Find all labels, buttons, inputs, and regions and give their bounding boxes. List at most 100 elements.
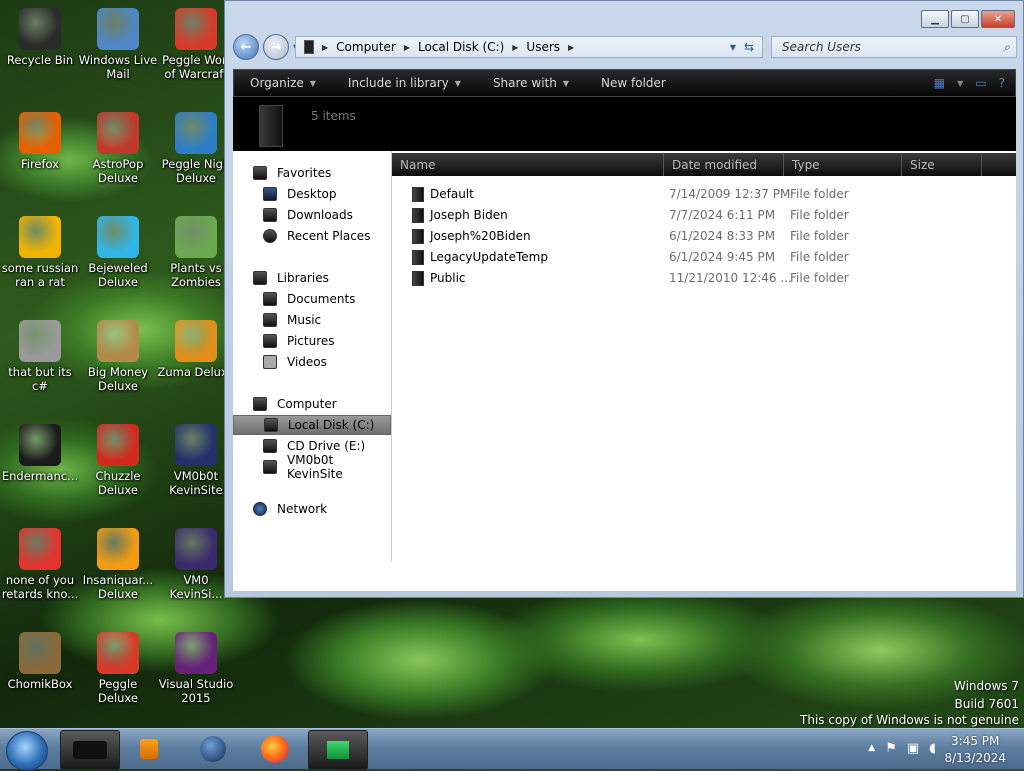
desktop-icon-item[interactable]: Big Money Deluxe bbox=[78, 320, 158, 393]
nav-computer[interactable]: Computer bbox=[233, 394, 391, 414]
desktop-icon-label: Bejeweled Deluxe bbox=[88, 261, 148, 289]
breadcrumb-separator-icon[interactable]: ▶ bbox=[568, 43, 574, 52]
address-bar[interactable]: ▶ Computer ▶ Local Disk (C:) ▶ Users ▶ ▼… bbox=[295, 36, 763, 58]
close-button[interactable]: ✕ bbox=[981, 10, 1015, 28]
search-box[interactable]: Search Users ⌕ bbox=[771, 36, 1017, 58]
column-size[interactable]: Size bbox=[902, 153, 982, 176]
column-date-modified[interactable]: Date modified bbox=[664, 153, 784, 176]
globe-icon bbox=[200, 736, 226, 762]
file-row[interactable]: Joseph%20Biden 6/1/2024 8:33 PM File folde… bbox=[392, 225, 1016, 246]
file-name: Default bbox=[430, 186, 474, 201]
nav-libraries[interactable]: Libraries bbox=[233, 268, 391, 288]
search-icon[interactable]: ⌕ bbox=[1003, 40, 1010, 55]
taskbar-explorer-button[interactable] bbox=[60, 730, 120, 770]
desktop-icon-item[interactable]: ChomikBox bbox=[0, 632, 80, 691]
maximize-button[interactable]: ▢ bbox=[951, 10, 979, 28]
desktop-icon-label: AstroPop Deluxe bbox=[92, 157, 144, 185]
desktop-icon-label: Insaniquar... Deluxe bbox=[82, 573, 154, 601]
address-dropdown-icon[interactable]: ▼ bbox=[730, 43, 736, 52]
new-folder-button[interactable]: New folder bbox=[585, 70, 682, 96]
desktop-icon-item[interactable]: Bejeweled Deluxe bbox=[78, 216, 158, 289]
mail-icon bbox=[97, 8, 139, 50]
windows-version: Windows 7 bbox=[953, 679, 1019, 693]
astropop-icon bbox=[97, 112, 139, 154]
clock[interactable]: 3:45 PM 8/13/2024 bbox=[944, 733, 1006, 767]
terminal-icon bbox=[19, 424, 61, 466]
taskbar-ie-button[interactable] bbox=[184, 730, 242, 768]
breadcrumb-separator-icon[interactable]: ▶ bbox=[404, 43, 410, 52]
desktop-icon-label: that but its c# bbox=[8, 365, 72, 393]
file-row[interactable]: Joseph Biden 7/7/2024 6:11 PM File folder bbox=[392, 204, 1016, 225]
desktop-icon-item[interactable]: Insaniquar... Deluxe bbox=[78, 528, 158, 601]
nav-downloads[interactable]: Downloads bbox=[233, 205, 391, 225]
start-button[interactable] bbox=[6, 731, 48, 771]
taskbar: ▲ ⚑ ▣ ◖ 3:45 PM 8/13/2024 bbox=[0, 728, 1024, 771]
nav-local-disk[interactable]: Local Disk (C:) bbox=[233, 415, 391, 435]
computer-location-icon bbox=[304, 40, 314, 54]
desktop-icon-label: none of you retards kno... bbox=[1, 573, 79, 601]
desktop-icon-item[interactable]: Windows Live Mail bbox=[78, 8, 158, 81]
refresh-icon[interactable]: ⇆ bbox=[744, 40, 754, 54]
desktop-icon-item[interactable]: Peggle Deluxe bbox=[78, 632, 158, 705]
file-date: 6/1/2024 8:33 PM bbox=[669, 228, 776, 243]
breadcrumb-computer[interactable]: Computer bbox=[336, 40, 396, 54]
nav-favorites[interactable]: Favorites bbox=[233, 163, 391, 183]
desktop-icon-item[interactable]: Visual Studio 2015 bbox=[156, 632, 236, 705]
file-row[interactable]: Default 7/14/2009 12:37 PM File folder bbox=[392, 183, 1016, 204]
nav-desktop[interactable]: Desktop bbox=[233, 184, 391, 204]
nav-videos[interactable]: Videos bbox=[233, 352, 391, 372]
nav-music[interactable]: Music bbox=[233, 310, 391, 330]
show-hidden-icons-icon[interactable]: ▲ bbox=[868, 743, 875, 756]
navigation-buttons: ← → ▼ bbox=[233, 34, 299, 60]
share-with-menu[interactable]: Share with ▼ bbox=[477, 70, 585, 96]
desktop-icon-item[interactable]: Recycle Bin bbox=[0, 8, 80, 67]
column-type[interactable]: Type bbox=[784, 153, 902, 176]
help-icon[interactable]: ? bbox=[999, 76, 1005, 90]
nav-vm-share[interactable]: VM0b0t KevinSite bbox=[233, 453, 391, 481]
visual-studio-icon bbox=[175, 632, 217, 674]
file-list: Name Date modified Type Size Default 7/14… bbox=[392, 151, 1016, 561]
organize-menu[interactable]: Organize ▼ bbox=[234, 70, 332, 96]
file-type: File folder bbox=[790, 270, 849, 285]
desktop-icon-item[interactable]: Endermanc... bbox=[0, 424, 80, 483]
back-button[interactable]: ← bbox=[233, 34, 259, 60]
forward-arrow-icon: → bbox=[270, 39, 282, 55]
taskbar-firefox-button[interactable] bbox=[246, 730, 304, 768]
taskbar-app-button[interactable] bbox=[308, 730, 368, 770]
preview-pane-icon[interactable]: ▭ bbox=[975, 76, 986, 90]
breadcrumb-local-disk[interactable]: Local Disk (C:) bbox=[418, 40, 504, 54]
view-options-dropdown-icon[interactable]: ▼ bbox=[957, 79, 963, 90]
taskbar-media-player-button[interactable] bbox=[120, 730, 178, 768]
file-type: File folder bbox=[790, 207, 849, 222]
action-center-icon[interactable]: ⚑ bbox=[885, 741, 897, 756]
nav-recent-places[interactable]: Recent Places bbox=[233, 226, 391, 246]
include-in-library-menu[interactable]: Include in library ▼ bbox=[332, 70, 477, 96]
videos-icon bbox=[263, 355, 277, 369]
change-view-icon[interactable]: ▦ bbox=[934, 76, 945, 90]
peggle-icon bbox=[175, 8, 217, 50]
breadcrumb-separator-icon[interactable]: ▶ bbox=[512, 43, 518, 52]
network-status-icon[interactable]: ▣ bbox=[907, 741, 919, 756]
search-input[interactable]: Search Users bbox=[782, 40, 861, 54]
minimize-button[interactable]: ▁ bbox=[921, 10, 949, 28]
breadcrumb-users[interactable]: Users bbox=[526, 40, 560, 54]
forward-button[interactable]: → bbox=[263, 34, 289, 60]
column-name[interactable]: Name bbox=[392, 153, 664, 176]
file-row[interactable]: Public 11/21/2010 12:46 ... File folder bbox=[392, 267, 1016, 288]
desktop-icon-label: Endermanc... bbox=[1, 469, 79, 483]
nav-pictures[interactable]: Pictures bbox=[233, 331, 391, 351]
new-folder-label: New folder bbox=[601, 76, 666, 90]
desktop-icon-item[interactable]: some russian ran a rat bbox=[0, 216, 80, 289]
chevron-down-icon: ▼ bbox=[309, 78, 316, 88]
breadcrumb-separator-icon[interactable]: ▶ bbox=[322, 43, 328, 52]
nav-documents[interactable]: Documents bbox=[233, 289, 391, 309]
desktop-icon-item[interactable]: Chuzzle Deluxe bbox=[78, 424, 158, 497]
file-row[interactable]: LegacyUpdateTemp 6/1/2024 9:45 PM File fol… bbox=[392, 246, 1016, 267]
desktop-icon-item[interactable]: Firefox bbox=[0, 112, 80, 171]
desktop-icon-item[interactable]: none of you retards kno... bbox=[0, 528, 80, 601]
volume-icon[interactable]: ◖ bbox=[929, 741, 936, 756]
desktop-icon-item[interactable]: AstroPop Deluxe bbox=[78, 112, 158, 185]
nav-network[interactable]: Network bbox=[233, 499, 391, 519]
file-type: File folder bbox=[790, 249, 849, 264]
desktop-icon-item[interactable]: that but its c# bbox=[0, 320, 80, 393]
